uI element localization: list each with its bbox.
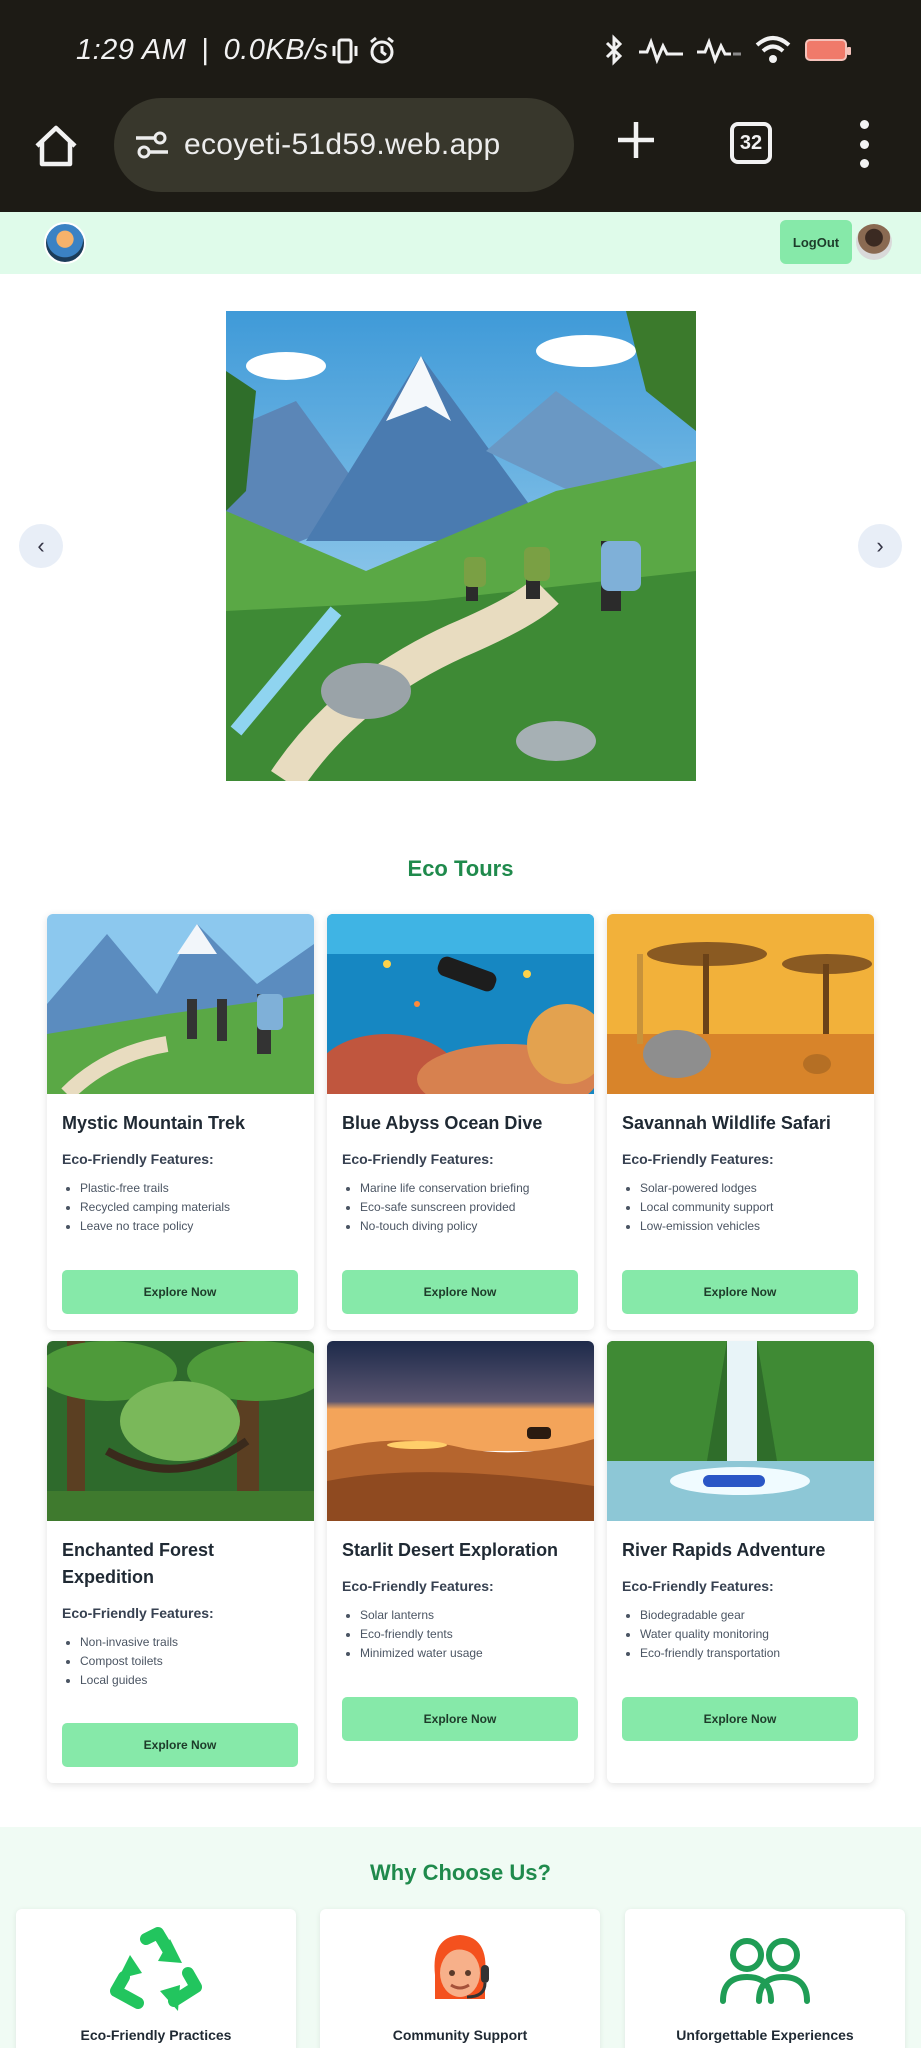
tour-title: Mystic Mountain Trek [62, 1113, 246, 1133]
feature-item: Local community support [640, 1198, 858, 1217]
feature-list: Non-invasive trails Compost toilets Loca… [62, 1633, 298, 1690]
feature-item: Solar lanterns [360, 1606, 578, 1625]
feature-item: Solar-powered lodges [640, 1179, 858, 1198]
feature-item: Low-emission vehicles [640, 1217, 858, 1236]
features-heading: Eco-Friendly Features: [62, 1151, 214, 1167]
feature-item: Eco-friendly tents [360, 1625, 578, 1644]
recycle-icon [16, 1925, 296, 2015]
tour-card: Enchanted Forest Expedition Eco-Friendly… [47, 1341, 314, 1783]
tour-title: Enchanted Forest Expedition [62, 1540, 215, 1587]
feature-item: Minimized water usage [360, 1644, 578, 1663]
why-label: Eco-Friendly Practices [80, 2027, 232, 2043]
wifi-icon [755, 36, 791, 63]
clock-text: 1:29 AM [76, 34, 187, 66]
why-label: Unforgettable Experiences [676, 2027, 854, 2043]
feature-item: Water quality monitoring [640, 1625, 858, 1644]
feature-item: Biodegradable gear [640, 1606, 858, 1625]
new-tab-button[interactable] [612, 118, 660, 166]
tour-image [47, 1341, 314, 1521]
tour-image [607, 914, 874, 1094]
tour-title: River Rapids Adventure [622, 1540, 826, 1560]
alarm-icon [370, 36, 394, 64]
tour-image [327, 914, 594, 1094]
plus-icon [618, 122, 654, 158]
tune-icon [136, 131, 168, 159]
features-heading: Eco-Friendly Features: [62, 1605, 214, 1621]
feature-item: Recycled camping materials [80, 1198, 298, 1217]
browser-toolbar: ecoyeti-51d59.web.app 32 [0, 96, 921, 212]
tour-image [47, 914, 314, 1094]
status-icons-left [332, 34, 396, 68]
explore-now-button[interactable]: Explore Now [622, 1697, 858, 1741]
feature-item: Local guides [80, 1671, 298, 1690]
address-bar[interactable]: ecoyeti-51d59.web.app [114, 98, 574, 192]
why-card: Community Support [320, 1909, 600, 2048]
tour-card: River Rapids Adventure Eco-Friendly Feat… [607, 1341, 874, 1783]
overflow-menu-button[interactable] [852, 120, 876, 168]
avatar[interactable] [856, 224, 892, 260]
status-time: 1:29 AM | 0.0KB/s [76, 34, 329, 67]
feature-item: Marine life conservation briefing [360, 1179, 578, 1198]
feature-item: Leave no trace policy [80, 1217, 298, 1236]
carousel-next-button[interactable]: › [858, 524, 902, 568]
tour-title: Savannah Wildlife Safari [622, 1113, 831, 1133]
site-header: LogOut [0, 212, 921, 274]
carousel-prev-button[interactable]: ‹ [19, 524, 63, 568]
status-icons-right [603, 32, 851, 68]
eco-tours-heading: Eco Tours [407, 856, 514, 881]
tour-title: Blue Abyss Ocean Dive [342, 1113, 543, 1133]
bluetooth-icon [605, 34, 623, 66]
site-settings-button[interactable] [132, 125, 172, 165]
tour-card: Starlit Desert Exploration Eco-Friendly … [327, 1341, 594, 1783]
why-label: Community Support [392, 2027, 528, 2043]
cell-signal-icon [697, 37, 741, 64]
tour-title: Starlit Desert Exploration [342, 1540, 559, 1560]
url-text[interactable]: ecoyeti-51d59.web.app [184, 128, 501, 162]
net-speed-text: 0.0KB/s [223, 34, 329, 66]
features-heading: Eco-Friendly Features: [342, 1151, 494, 1167]
feature-list: Solar-powered lodges Local community sup… [622, 1179, 858, 1236]
tour-card: Mystic Mountain Trek Eco-Friendly Featur… [47, 914, 314, 1330]
feature-item: Plastic-free trails [80, 1179, 298, 1198]
browser-chrome: 1:29 AM | 0.0KB/s ecoyeti-51d59.web.app [0, 0, 921, 212]
feature-list: Solar lanterns Eco-friendly tents Minimi… [342, 1606, 578, 1663]
features-heading: Eco-Friendly Features: [622, 1578, 774, 1594]
tour-card: Savannah Wildlife Safari Eco-Friendly Fe… [607, 914, 874, 1330]
feature-item: No-touch diving policy [360, 1217, 578, 1236]
explore-now-button[interactable]: Explore Now [342, 1270, 578, 1314]
status-bar: 1:29 AM | 0.0KB/s [0, 0, 921, 100]
why-card: Unforgettable Experiences [625, 1909, 905, 2048]
support-agent-icon [320, 1925, 600, 2015]
feature-list: Marine life conservation briefing Eco-sa… [342, 1179, 578, 1236]
site-logo[interactable] [44, 222, 86, 264]
feature-list: Biodegradable gear Water quality monitor… [622, 1606, 858, 1663]
tab-switcher-button[interactable]: 32 [730, 122, 772, 164]
explore-now-button[interactable]: Explore Now [62, 1723, 298, 1767]
explore-now-button[interactable]: Explore Now [62, 1270, 298, 1314]
explore-now-button[interactable]: Explore Now [342, 1697, 578, 1741]
signal-wave-icon [639, 37, 683, 64]
feature-item: Non-invasive trails [80, 1633, 298, 1652]
logout-button[interactable]: LogOut [780, 220, 852, 264]
feature-item: Compost toilets [80, 1652, 298, 1671]
tour-card: Blue Abyss Ocean Dive Eco-Friendly Featu… [327, 914, 594, 1330]
why-card: Eco-Friendly Practices [16, 1909, 296, 2048]
why-choose-us-heading: Why Choose Us? [370, 1860, 551, 1885]
feature-item: Eco-safe sunscreen provided [360, 1198, 578, 1217]
home-button[interactable] [30, 120, 82, 172]
tour-image [607, 1341, 874, 1521]
hero-carousel-image [226, 311, 696, 781]
users-icon [625, 1925, 905, 2015]
battery-icon [805, 39, 851, 61]
feature-list: Plastic-free trails Recycled camping mat… [62, 1179, 298, 1236]
home-icon [35, 125, 77, 167]
feature-item: Eco-friendly transportation [640, 1644, 858, 1663]
explore-now-button[interactable]: Explore Now [622, 1270, 858, 1314]
vibrate-icon [332, 38, 358, 64]
features-heading: Eco-Friendly Features: [622, 1151, 774, 1167]
status-separator: | [201, 34, 210, 66]
tour-image [327, 1341, 594, 1521]
features-heading: Eco-Friendly Features: [342, 1578, 494, 1594]
